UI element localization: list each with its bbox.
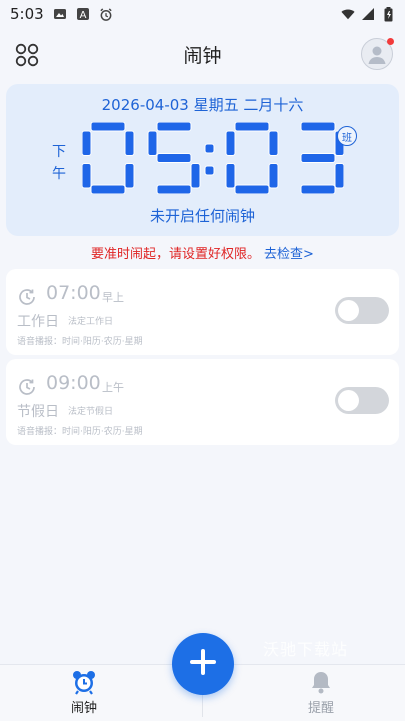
grid-apps-icon[interactable] bbox=[14, 42, 40, 68]
clock-digits bbox=[81, 121, 345, 195]
alarm-name: 节假日 bbox=[17, 404, 59, 420]
clock-icon bbox=[17, 377, 37, 397]
alarm-card[interactable]: 07:00 早上 工作日 法定工作日 语音播报：时间·阳历·农历·星期 bbox=[6, 269, 399, 355]
digit-segment bbox=[90, 121, 126, 132]
image-icon bbox=[53, 7, 67, 21]
status-bar: 5:03 A bbox=[0, 0, 405, 28]
status-right bbox=[341, 6, 395, 21]
digit-segment bbox=[156, 121, 192, 132]
workday-badge: 班 bbox=[337, 126, 357, 146]
alarm-toggle[interactable] bbox=[335, 387, 389, 414]
status-left: 5:03 A bbox=[10, 5, 113, 23]
clock-card: 2026-04-03 星期五 二月十六 下午 班 未开启任何闹钟 bbox=[6, 84, 399, 236]
colon-dot bbox=[204, 143, 215, 154]
digit-segment bbox=[300, 121, 336, 132]
plus-icon bbox=[188, 647, 218, 681]
wifi-icon bbox=[341, 7, 355, 21]
digit-segment bbox=[300, 153, 336, 163]
digit-segment bbox=[156, 153, 192, 163]
nav-label: 闹钟 bbox=[70, 701, 97, 716]
signal-icon bbox=[361, 7, 375, 21]
app-header: 闹钟 bbox=[0, 30, 405, 78]
warning-text: 要准时闹起，请设置好权限。 bbox=[91, 247, 261, 262]
toggle-knob bbox=[338, 300, 359, 321]
alarm-clock-icon bbox=[71, 669, 97, 695]
digit-segment bbox=[300, 184, 336, 195]
digit-segment bbox=[147, 130, 158, 156]
clock-icon bbox=[17, 287, 37, 307]
digit-segment bbox=[81, 130, 92, 156]
alarm-time: 09:00 bbox=[46, 372, 101, 394]
digit-segment bbox=[225, 163, 236, 189]
permission-warning: 要准时闹起，请设置好权限。 去检查> bbox=[0, 243, 405, 262]
clock-date: 2026-04-03 星期五 二月十六 bbox=[101, 96, 304, 114]
alarm-toggle[interactable] bbox=[335, 297, 389, 324]
alarm-voice: 语音播报：时间·阳历·农历·星期 bbox=[17, 337, 143, 347]
digit-segment bbox=[225, 130, 236, 156]
check-permission-link[interactable]: 去检查> bbox=[264, 247, 314, 262]
alarm-tag: 法定节假日 bbox=[68, 407, 114, 417]
alarm-name: 工作日 bbox=[17, 314, 59, 330]
digit-segment bbox=[190, 163, 201, 189]
add-alarm-button[interactable] bbox=[172, 633, 234, 695]
alarm-ampm: 上午 bbox=[102, 381, 124, 394]
digit-segment bbox=[124, 130, 135, 156]
digit-segment bbox=[234, 121, 270, 132]
nav-item-remind[interactable]: 提醒 bbox=[281, 669, 361, 716]
notification-dot bbox=[387, 38, 394, 45]
alarm-card[interactable]: 09:00 上午 节假日 法定节假日 语音播报：时间·阳历·农历·星期 bbox=[6, 359, 399, 445]
nav-label: 提醒 bbox=[307, 701, 334, 716]
colon-dot bbox=[204, 165, 215, 176]
digit-segment bbox=[81, 163, 92, 189]
status-time: 5:03 bbox=[10, 5, 44, 23]
digit-segment bbox=[234, 184, 270, 195]
digit-segment bbox=[90, 184, 126, 195]
alarm-time: 07:00 bbox=[46, 282, 101, 304]
svg-text:A: A bbox=[79, 10, 86, 21]
alarm-voice: 语音播报：时间·阳历·农历·星期 bbox=[17, 427, 143, 437]
toggle-knob bbox=[338, 390, 359, 411]
digit-segment bbox=[268, 130, 279, 156]
digit-segment bbox=[156, 184, 192, 195]
clock-ampm: 下午 bbox=[52, 144, 66, 182]
alarm-ampm: 早上 bbox=[102, 291, 124, 304]
alarm-tag: 法定工作日 bbox=[68, 317, 114, 327]
a-badge-icon: A bbox=[76, 7, 90, 21]
bell-icon bbox=[308, 669, 334, 695]
alarm-clock-icon bbox=[99, 7, 113, 21]
digit-segment bbox=[334, 163, 345, 189]
nav-item-alarm[interactable]: 闹钟 bbox=[44, 669, 124, 716]
clock-status: 未开启任何闹钟 bbox=[149, 207, 255, 225]
battery-icon bbox=[381, 6, 395, 21]
avatar-icon[interactable] bbox=[361, 38, 394, 70]
page-title: 闹钟 bbox=[183, 44, 222, 67]
digit-segment bbox=[124, 163, 135, 189]
seven-segment-display bbox=[81, 121, 345, 195]
watermark: 沃驰下载站 bbox=[263, 640, 349, 659]
digit-segment bbox=[268, 163, 279, 189]
